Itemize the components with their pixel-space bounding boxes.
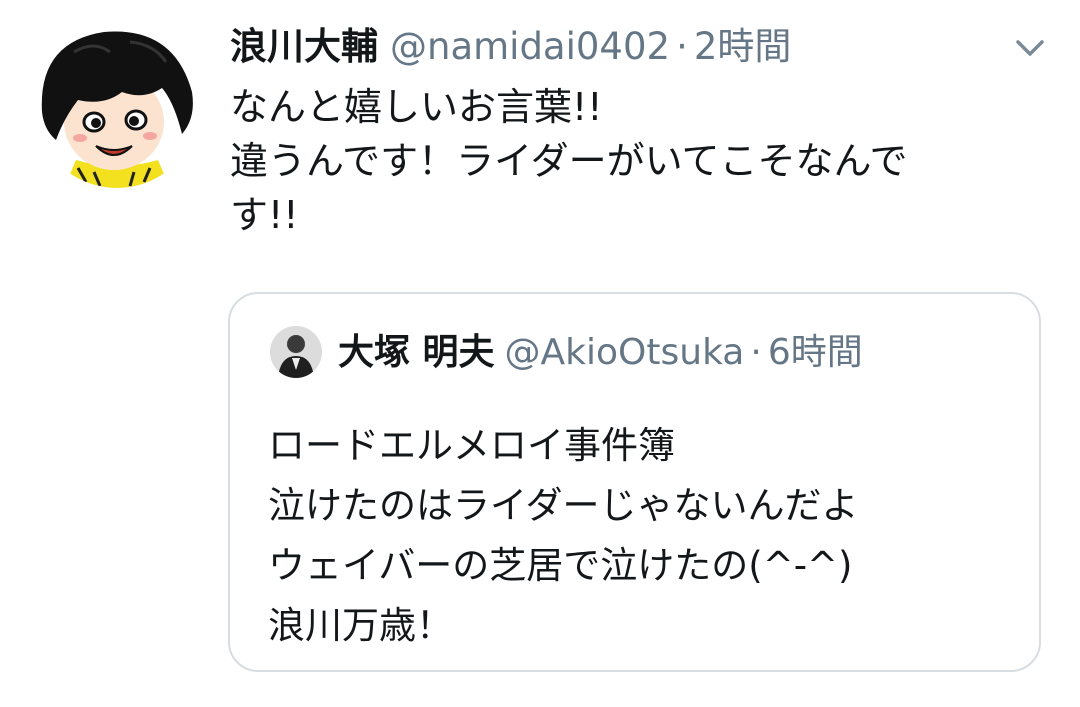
quoted-text-line: 泣けたのはライダーじゃないんだよ bbox=[268, 484, 859, 527]
tweet-timestamp[interactable]: 2時間 bbox=[694, 25, 792, 68]
quoted-author-avatar bbox=[270, 326, 322, 378]
quoted-tweet[interactable]: 大塚 明夫 @AkioOtsuka · 6時間 ロードエルメロイ事件簿 泣けたのはライ… bbox=[228, 292, 1041, 672]
header-separator: · bbox=[676, 25, 688, 68]
author-display-name[interactable]: 浪川大輔 bbox=[230, 25, 378, 68]
author-avatar[interactable] bbox=[34, 22, 200, 188]
tweet-text-line: なんと嬉しいお言葉!! bbox=[230, 85, 603, 129]
cartoon-face-icon bbox=[34, 22, 200, 188]
quoted-author-display-name: 大塚 明夫 bbox=[338, 332, 495, 373]
quoted-tweet-header: 大塚 明夫 @AkioOtsuka · 6時間 bbox=[338, 330, 863, 376]
tweet-menu-button[interactable] bbox=[1008, 28, 1052, 68]
chevron-down-icon bbox=[1016, 40, 1044, 56]
quoted-tweet-text: ロードエルメロイ事件簿 泣けたのはライダーじゃないんだよ ウェイバーの芝居で泣け… bbox=[268, 416, 1008, 656]
quoted-text-line: ロードエルメロイ事件簿 bbox=[268, 424, 675, 467]
author-handle[interactable]: @namidai0402 bbox=[390, 25, 670, 68]
quoted-text-line: ウェイバーの芝居で泣けたの(^-^) bbox=[268, 544, 853, 587]
tweet-header: 浪川大輔 @namidai0402 · 2時間 bbox=[230, 22, 791, 72]
tweet-text-line: す!! bbox=[230, 193, 299, 237]
tweet: 浪川大輔 @namidai0402 · 2時間 なんと嬉しいお言葉!! 違うんです！ラ… bbox=[0, 0, 1080, 707]
person-photo-icon bbox=[270, 326, 322, 378]
tweet-text-line: 違うんです！ライダーがいてこそなんで bbox=[230, 139, 908, 183]
tweet-text: なんと嬉しいお言葉!! 違うんです！ライダーがいてこそなんで す!! bbox=[230, 80, 1030, 242]
quoted-tweet-timestamp: 6時間 bbox=[767, 332, 863, 373]
quoted-header-separator: · bbox=[750, 332, 762, 373]
quoted-text-line: 浪川万歳！ bbox=[268, 604, 453, 647]
quoted-author-handle: @AkioOtsuka bbox=[504, 332, 745, 373]
